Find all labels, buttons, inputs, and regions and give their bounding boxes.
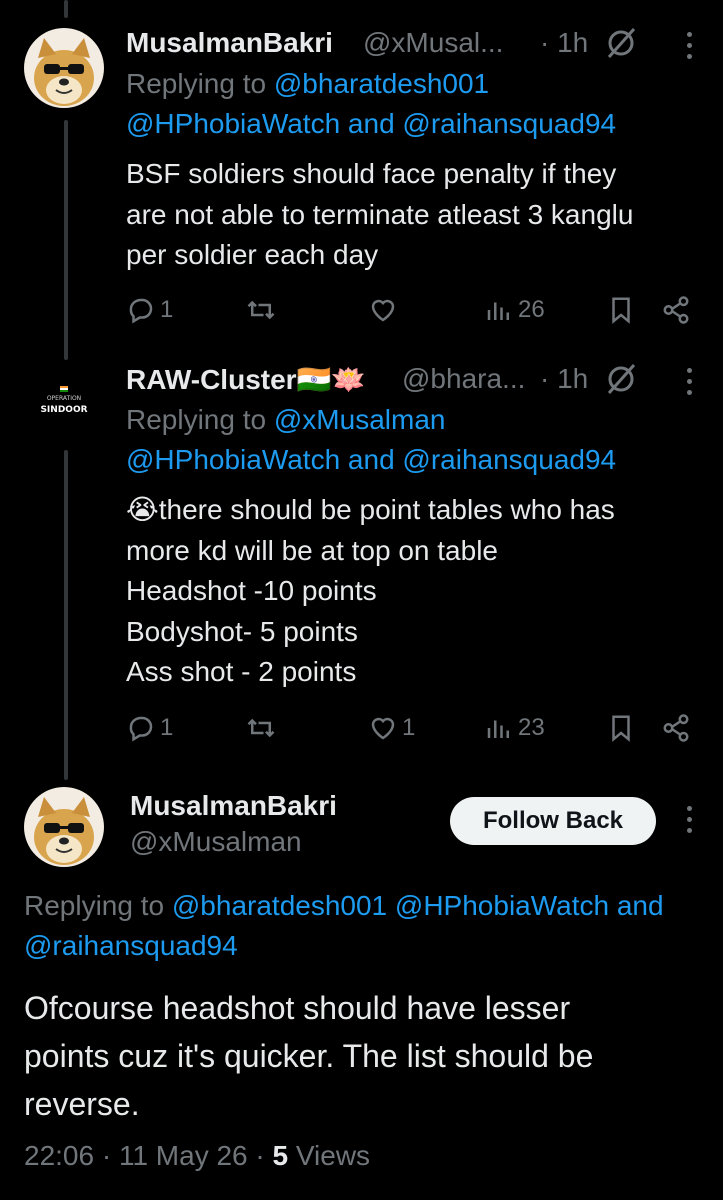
doge-avatar-image — [24, 787, 104, 867]
replying-to-label: Replying to — [126, 68, 274, 99]
tweet2-replying-line2[interactable]: @HPhobiaWatch and @raihansquad94 — [126, 444, 616, 476]
avatar-musalmanbakri-main[interactable] — [24, 787, 104, 867]
main-replying-line1: Replying to @bharatdesh001 @HPhobiaWatch… — [24, 890, 723, 922]
main-display-name[interactable]: MusalmanBakri — [130, 790, 337, 822]
views-count: 26 — [518, 296, 545, 323]
tweet2-handle[interactable]: @bhara... — [402, 363, 525, 395]
tweet1-replying-line2[interactable]: @HPhobiaWatch and @raihansquad94 — [126, 108, 616, 140]
tweet1-time[interactable]: · 1h — [540, 27, 588, 59]
tweet2-display-name[interactable]: RAW-Cluster🇮🇳🪷 — [126, 363, 366, 396]
replying-to-label: Replying to — [24, 890, 172, 921]
main-views-label: Views — [288, 1140, 371, 1171]
reply-icon — [129, 298, 153, 324]
tweet2-text-line: more kd will be at top on table — [126, 534, 498, 566]
reply-button[interactable]: 1 — [126, 713, 173, 743]
share-button[interactable] — [661, 295, 691, 325]
tweet2-text: 😭there should be point tables who has mo… — [126, 490, 615, 693]
retweet-icon — [247, 300, 275, 320]
retweet-button[interactable] — [246, 713, 280, 743]
main-views-count: 5 — [272, 1140, 289, 1171]
tweet1-text: BSF soldiers should face penalty if they… — [126, 154, 633, 276]
views-count: 23 — [518, 714, 545, 741]
bookmark-button[interactable] — [606, 295, 636, 325]
tweet1-text-line: are not able to terminate atleast 3 kang… — [126, 198, 634, 230]
tweet1-display-name[interactable]: MusalmanBakri — [126, 27, 333, 59]
like-count: 1 — [402, 714, 416, 741]
tweet2-text-line: Headshot -10 points — [126, 575, 377, 606]
share-button[interactable] — [661, 713, 691, 743]
tweet2-replying-line1: Replying to @xMusalman — [126, 404, 445, 436]
views-button[interactable]: 23 — [484, 713, 545, 743]
mention-links[interactable]: @bharatdesh001 @HPhobiaWatch and — [172, 890, 664, 921]
tweet2-text-line: Bodyshot- 5 points — [126, 615, 358, 647]
heart-icon — [371, 717, 395, 740]
mention-link[interactable]: @bharatdesh001 — [274, 68, 489, 99]
like-button[interactable] — [368, 295, 402, 325]
operation-sindoor-logo: OPERATION SINDOOR — [24, 364, 104, 444]
tweet1-handle[interactable]: @xMusal... — [363, 27, 503, 59]
tweet1-more-icon[interactable] — [684, 32, 694, 59]
main-handle[interactable]: @xMusalman — [130, 826, 302, 858]
main-text-line: points cuz it's quicker. The list should… — [24, 1038, 594, 1074]
main-text-line: reverse. — [24, 1086, 140, 1122]
tweet1-actions: 1 26 — [126, 290, 696, 330]
bookmark-icon — [612, 297, 630, 324]
muted-conversation-icon[interactable] — [604, 362, 638, 396]
retweet-icon — [247, 718, 275, 738]
replying-to-label: Replying to — [126, 404, 274, 435]
tweet2-text-line: Ass shot - 2 points — [126, 656, 357, 687]
main-timestamp[interactable]: 22:06 · 11 May 26 · — [24, 1140, 273, 1171]
reply-count: 1 — [160, 714, 174, 741]
reply-button[interactable]: 1 — [126, 295, 173, 325]
main-replying-line2[interactable]: @raihansquad94 — [24, 930, 238, 962]
thread-line-2 — [64, 450, 68, 780]
views-button[interactable]: 26 — [484, 295, 545, 325]
tweet1-replying-line1: Replying to @bharatdesh001 — [126, 68, 489, 100]
avatar-raw-cluster[interactable]: OPERATION SINDOOR — [24, 364, 104, 444]
tweet2-time[interactable]: · 1h — [540, 363, 588, 395]
main-text-line: Ofcourse headshot should have lesser — [24, 990, 571, 1026]
bookmark-icon — [612, 715, 630, 742]
follow-back-button[interactable]: Follow Back — [450, 797, 656, 845]
heart-icon — [371, 299, 395, 322]
tweet2-more-icon[interactable] — [684, 368, 694, 395]
like-button[interactable]: 1 — [368, 713, 415, 743]
mention-link[interactable]: @xMusalman — [274, 404, 446, 435]
muted-conversation-icon[interactable] — [604, 26, 638, 60]
tweet1-text-line: per soldier each day — [126, 239, 379, 270]
retweet-button[interactable] — [246, 295, 280, 325]
thread-line-1 — [64, 120, 68, 360]
tweet1-text-line: BSF soldiers should face penalty if they — [126, 158, 617, 189]
main-tweet-text: Ofcourse headshot should have lesser poi… — [24, 984, 593, 1128]
avatar-logo-text-top: OPERATION — [47, 395, 81, 402]
views-icon — [487, 302, 509, 320]
bookmark-button[interactable] — [606, 713, 636, 743]
avatar-musalmanbakri[interactable] — [24, 28, 104, 108]
main-timestamp-row: 22:06 · 11 May 26 · 5 Views — [24, 1140, 370, 1172]
reply-count: 1 — [160, 296, 174, 323]
views-icon — [487, 720, 509, 738]
avatar-logo-text-bottom: SINDOOR — [40, 405, 87, 415]
reply-icon — [129, 716, 153, 742]
share-icon — [663, 714, 689, 742]
tweet2-actions: 1 1 23 — [126, 708, 696, 748]
share-icon — [663, 296, 689, 324]
doge-avatar-image — [24, 28, 104, 108]
tweet2-text-line: 😭there should be point tables who has — [126, 494, 615, 525]
thread-line-top — [64, 0, 68, 18]
main-more-icon[interactable] — [684, 806, 694, 833]
